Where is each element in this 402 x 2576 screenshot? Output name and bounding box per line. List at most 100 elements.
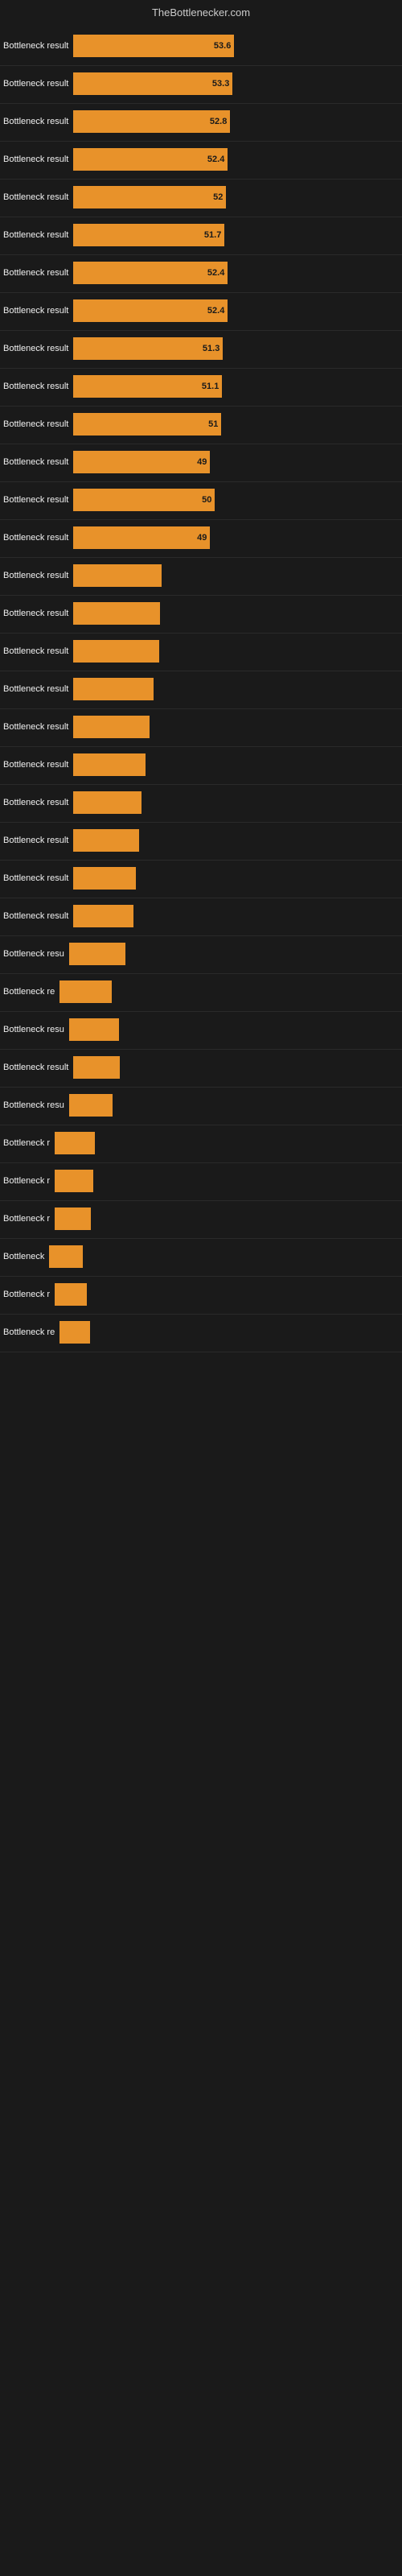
bar-label-30: Bottleneck r — [3, 1176, 50, 1186]
bar-value-0: 53.6 — [214, 41, 231, 51]
bar-label-31: Bottleneck r — [3, 1214, 50, 1224]
bar-fill-4: 52 — [73, 186, 226, 208]
bar-row-14: Bottleneck result — [0, 558, 402, 596]
bar-label-33: Bottleneck r — [3, 1290, 50, 1299]
bar-container-19 — [68, 753, 146, 776]
bar-label-27: Bottleneck result — [3, 1063, 68, 1072]
bar-value-2: 52.8 — [210, 117, 227, 126]
bar-container-17 — [68, 678, 154, 700]
bar-value-5: 51.7 — [204, 230, 221, 240]
bar-row-15: Bottleneck result — [0, 596, 402, 634]
bar-label-2: Bottleneck result — [3, 117, 68, 126]
bar-label-18: Bottleneck result — [3, 722, 68, 732]
bar-fill-19 — [73, 753, 146, 776]
bar-container-34 — [55, 1321, 90, 1344]
bar-container-20 — [68, 791, 142, 814]
bar-value-8: 51.3 — [203, 344, 219, 353]
bar-row-17: Bottleneck result — [0, 671, 402, 709]
bar-row-5: Bottleneck result 51.7 — [0, 217, 402, 255]
bar-fill-31 — [55, 1208, 91, 1230]
bar-label-21: Bottleneck result — [3, 836, 68, 845]
bar-container-5: 51.7 — [68, 224, 224, 246]
bar-label-23: Bottleneck result — [3, 911, 68, 921]
bar-container-18 — [68, 716, 150, 738]
bar-row-34: Bottleneck re — [0, 1315, 402, 1352]
bar-row-4: Bottleneck result 52 — [0, 180, 402, 217]
bar-label-22: Bottleneck result — [3, 873, 68, 883]
bar-container-8: 51.3 — [68, 337, 223, 360]
bar-row-0: Bottleneck result53.6 — [0, 28, 402, 66]
bar-container-32 — [44, 1245, 83, 1268]
bar-fill-5: 51.7 — [73, 224, 224, 246]
bar-fill-1: 53.3 — [73, 72, 232, 95]
bar-row-13: Bottleneck result 49 — [0, 520, 402, 558]
bar-label-5: Bottleneck result — [3, 230, 68, 240]
bar-fill-18 — [73, 716, 150, 738]
bar-row-9: Bottleneck result51.1 — [0, 369, 402, 407]
bar-fill-20 — [73, 791, 142, 814]
bar-label-29: Bottleneck r — [3, 1138, 50, 1148]
bar-container-24 — [64, 943, 125, 965]
bar-container-31 — [50, 1208, 91, 1230]
bar-label-16: Bottleneck result — [3, 646, 68, 656]
bar-label-11: Bottleneck result — [3, 457, 68, 467]
bar-fill-8: 51.3 — [73, 337, 223, 360]
bar-label-14: Bottleneck result — [3, 571, 68, 580]
bar-value-1: 53.3 — [212, 79, 229, 89]
bar-container-1: 53.3 — [68, 72, 232, 95]
bar-value-11: 49 — [197, 457, 207, 467]
bars-container: Bottleneck result53.6Bottleneck result53… — [0, 28, 402, 1352]
bar-row-10: Bottleneck result 51 — [0, 407, 402, 444]
bar-label-10: Bottleneck result — [3, 419, 68, 429]
bar-label-20: Bottleneck result — [3, 798, 68, 807]
bar-container-14 — [68, 564, 162, 587]
bar-value-4: 52 — [213, 192, 223, 202]
bar-value-13: 49 — [197, 533, 207, 543]
bar-row-22: Bottleneck result — [0, 861, 402, 898]
bar-row-11: Bottleneck result 49 — [0, 444, 402, 482]
bar-label-13: Bottleneck result — [3, 533, 68, 543]
bar-fill-33 — [55, 1283, 87, 1306]
bar-fill-16 — [73, 640, 159, 663]
bar-container-29 — [50, 1132, 95, 1154]
bar-label-25: Bottleneck re — [3, 987, 55, 997]
bar-fill-9: 51.1 — [73, 375, 222, 398]
bar-container-33 — [50, 1283, 87, 1306]
bar-container-26 — [64, 1018, 119, 1041]
bar-fill-25 — [59, 980, 112, 1003]
bar-fill-32 — [49, 1245, 83, 1268]
bar-container-3: 52.4 — [68, 148, 228, 171]
bar-fill-13: 49 — [73, 526, 210, 549]
bar-row-16: Bottleneck result — [0, 634, 402, 671]
bar-value-7: 52.4 — [207, 306, 224, 316]
bar-label-34: Bottleneck re — [3, 1327, 55, 1337]
bar-fill-30 — [55, 1170, 93, 1192]
bar-fill-10: 51 — [73, 413, 221, 436]
bar-row-2: Bottleneck result 52.8 — [0, 104, 402, 142]
bar-fill-27 — [73, 1056, 120, 1079]
bar-fill-34 — [59, 1321, 90, 1344]
bar-fill-15 — [73, 602, 160, 625]
bar-row-29: Bottleneck r — [0, 1125, 402, 1163]
bar-fill-24 — [69, 943, 125, 965]
bar-container-22 — [68, 867, 136, 890]
bar-row-19: Bottleneck result — [0, 747, 402, 785]
bar-label-1: Bottleneck result — [3, 79, 68, 89]
bar-container-9: 51.1 — [68, 375, 222, 398]
bar-fill-12: 50 — [73, 489, 215, 511]
bar-row-21: Bottleneck result — [0, 823, 402, 861]
bar-label-4: Bottleneck result — [3, 192, 68, 202]
bar-fill-28 — [69, 1094, 113, 1117]
bar-label-26: Bottleneck resu — [3, 1025, 64, 1034]
bar-container-13: 49 — [68, 526, 210, 549]
bar-label-32: Bottleneck — [3, 1252, 44, 1261]
bar-value-3: 52.4 — [207, 155, 224, 164]
bar-container-27 — [68, 1056, 120, 1079]
bar-label-7: Bottleneck result — [3, 306, 68, 316]
bar-row-18: Bottleneck result — [0, 709, 402, 747]
bar-row-31: Bottleneck r — [0, 1201, 402, 1239]
bar-container-16 — [68, 640, 159, 663]
bar-fill-17 — [73, 678, 154, 700]
bar-container-10: 51 — [68, 413, 221, 436]
bar-fill-21 — [73, 829, 139, 852]
